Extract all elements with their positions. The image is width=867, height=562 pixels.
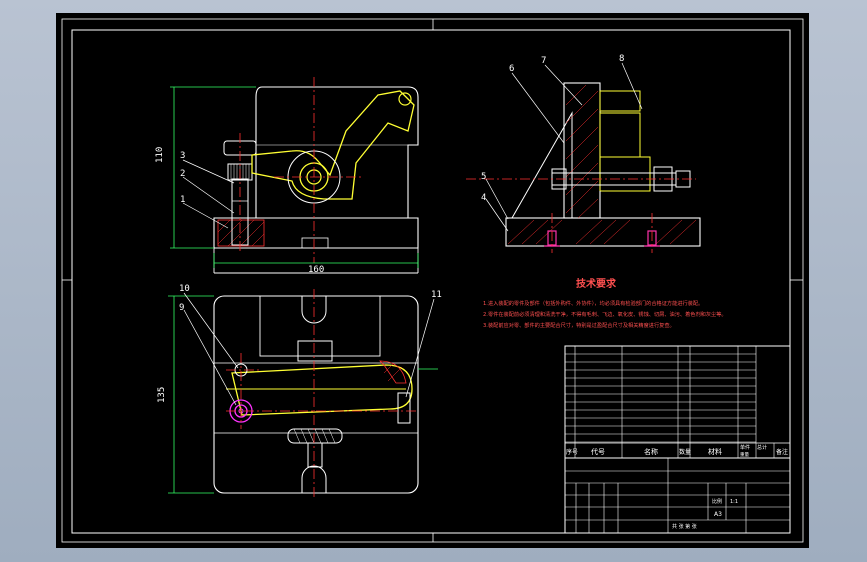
tech-line-1: 1.进入装配的零件及部件（包括外购件、外协件），均必须具有检验部门的合格证方能进… <box>483 299 703 307</box>
tb-header-name: 名称 <box>644 447 658 456</box>
front-body-outline <box>213 86 419 249</box>
front-dim-height: 110 <box>155 147 165 163</box>
front-dimensions <box>170 86 419 268</box>
top-lever <box>231 364 413 416</box>
title-block: 序号 代号 名称 数量 材料 单件 总计 备注 重量 比例 1:1 共 张 第 … <box>564 345 791 534</box>
tb-header-material: 材料 <box>708 447 722 456</box>
tb-header-mass: 重量 <box>740 451 749 458</box>
assembly-drawing: 110 160 3 2 1 6 7 8 5 4 135 10 9 11 技术要求… <box>61 18 804 543</box>
front-dim-width: 160 <box>308 265 324 275</box>
front-center-lines <box>239 77 362 263</box>
outer-border <box>61 18 804 543</box>
top-view: 135 10 9 11 <box>157 284 442 499</box>
tech-requirements: 技术要求 1.进入装配的零件及部件（包括外购件、外协件），均必须具有检验部门的合… <box>483 277 727 329</box>
tb-scale-value: 1:1 <box>730 499 738 505</box>
tb-header-qty: 数量 <box>679 448 691 456</box>
front-label-1: 1 <box>180 195 185 205</box>
tb-sheet-label: 共 张 第 张 <box>672 523 697 530</box>
tb-code: A3 <box>714 511 722 518</box>
tb-header-note: 备注 <box>776 448 788 456</box>
front-view: 110 160 3 2 1 <box>155 77 419 275</box>
top-upright <box>259 295 381 357</box>
side-rib <box>511 111 573 219</box>
tb-scale-label: 比例 <box>712 498 722 505</box>
side-label-8: 8 <box>619 54 624 64</box>
side-label-7: 7 <box>541 56 546 66</box>
tech-line-3: 3.装配前应对零、部件的主要配合尺寸，特别是过盈配合尺寸及相关精度进行复查。 <box>483 321 675 329</box>
front-label-3: 3 <box>180 151 185 161</box>
side-label-5: 5 <box>481 172 486 182</box>
tech-title: 技术要求 <box>576 277 617 290</box>
tb-header-code: 代号 <box>591 447 605 456</box>
top-label-10: 10 <box>179 284 190 294</box>
tb-header-no: 序号 <box>566 448 578 456</box>
top-dim-height: 135 <box>157 387 167 403</box>
side-label-4: 4 <box>481 193 486 203</box>
title-block-grid <box>565 458 790 533</box>
top-leaders <box>183 292 435 406</box>
tb-header-total: 总计 <box>757 444 767 451</box>
front-handle-hole <box>398 92 412 106</box>
cad-viewport: 110 160 3 2 1 6 7 8 5 4 135 10 9 11 技术要求… <box>0 0 867 562</box>
drawing-sheet: 110 160 3 2 1 6 7 8 5 4 135 10 9 11 技术要求… <box>56 13 809 548</box>
tb-header-unit: 单件 <box>740 444 750 451</box>
top-label-9: 9 <box>179 303 184 313</box>
side-center-lines <box>466 178 696 253</box>
front-slot <box>301 237 329 249</box>
top-body-outline <box>213 295 419 494</box>
side-view: 6 7 8 5 4 <box>466 54 701 253</box>
top-label-11: 11 <box>431 290 442 300</box>
side-label-6: 6 <box>509 64 514 74</box>
zone-ticks <box>62 19 803 542</box>
front-label-2: 2 <box>180 169 185 179</box>
side-upright <box>563 82 601 219</box>
parts-list-rows <box>565 353 756 443</box>
tech-line-2: 2.零件在装配前必须清理和清洗干净，不得有毛刺、飞边、氧化皮、锈蚀、切屑、油污、… <box>483 310 727 318</box>
side-arm-block <box>599 90 641 112</box>
